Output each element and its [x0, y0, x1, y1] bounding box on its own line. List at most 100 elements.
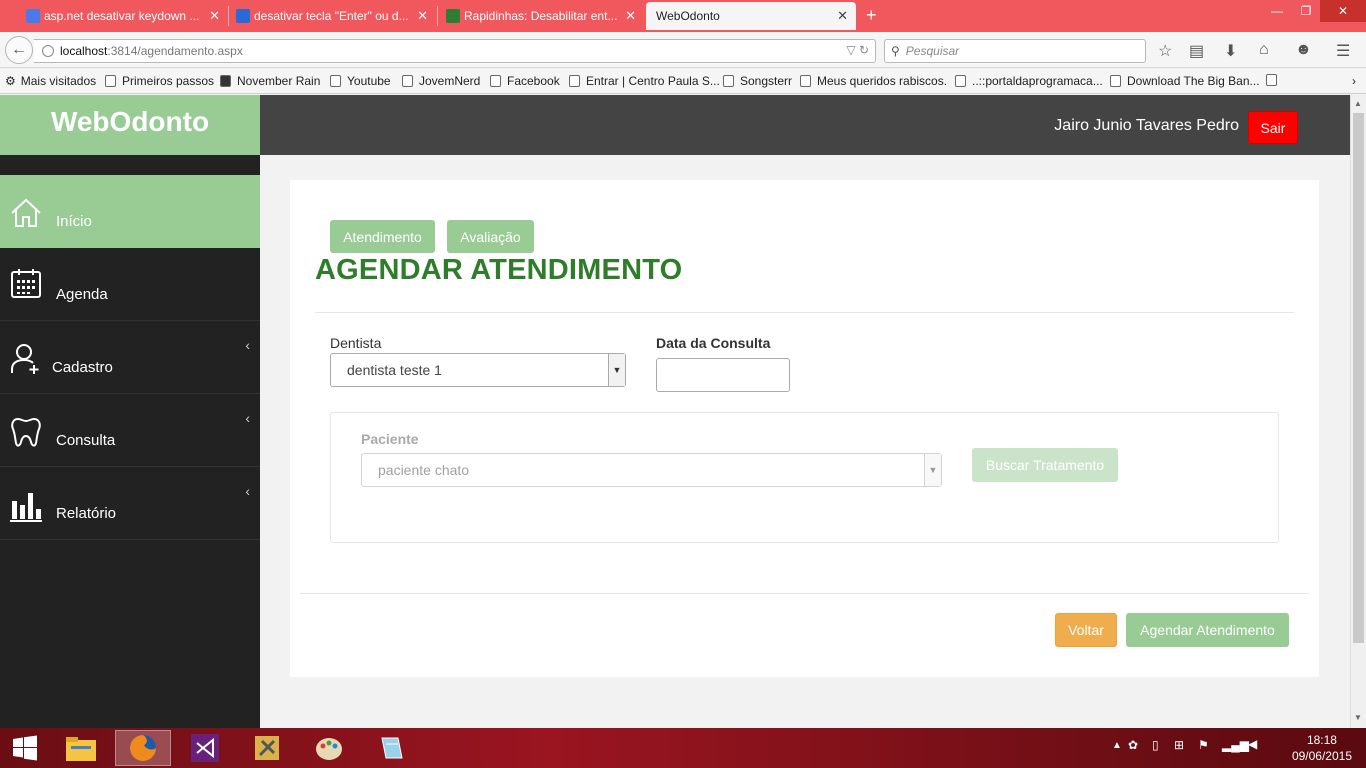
bookmark-label: Youtube: [347, 74, 391, 88]
sidebar-item-agenda[interactable]: Agenda: [0, 248, 260, 321]
page-favicon-icon: [446, 9, 460, 23]
bookmark-label: Mais visitados: [20, 74, 97, 88]
tools-app-icon[interactable]: [239, 730, 295, 766]
close-tab-icon[interactable]: ✕: [625, 8, 636, 24]
bookmark-item[interactable]: Primeiros passos: [105, 74, 214, 88]
close-tab-icon[interactable]: ✕: [209, 8, 220, 24]
browser-tab[interactable]: desativar tecla "Enter" ou d... ✕: [230, 2, 436, 30]
sidebar-item-cadastro[interactable]: Cadastro ‹: [0, 321, 260, 394]
clock-time: 18:18: [1306, 733, 1337, 747]
sidebar: Início Agenda Cadastro ‹ Consulta ‹ Rela…: [0, 155, 260, 728]
bookmark-label: Facebook: [507, 74, 560, 88]
tray-expand-icon[interactable]: ▲: [1112, 740, 1122, 751]
home-button-icon[interactable]: ⌂: [1259, 41, 1269, 59]
close-tab-icon[interactable]: ✕: [417, 8, 428, 24]
sidebar-item-label: Início: [56, 213, 92, 230]
scroll-down-icon[interactable]: ▼: [1354, 713, 1362, 722]
minimize-icon[interactable]: —: [1262, 0, 1292, 22]
logout-button[interactable]: Sair: [1248, 111, 1298, 144]
reload-icon[interactable]: ▽ ↻: [846, 43, 869, 57]
bookmark-item[interactable]: ⚙ Mais visitados: [5, 74, 96, 88]
battery-icon[interactable]: ▯: [1152, 738, 1159, 752]
browser-tab-bar: asp.net desativar keydown ... ✕ desativa…: [0, 0, 1366, 32]
scrollbar-thumb[interactable]: [1353, 113, 1364, 643]
chevron-left-icon: ‹: [245, 337, 250, 353]
search-treatment-button[interactable]: Buscar Tratamento: [972, 448, 1118, 482]
download-icon[interactable]: ⬇: [1224, 41, 1237, 61]
reading-list-icon[interactable]: ▤: [1189, 41, 1204, 61]
clock-date: 09/06/2015: [1291, 749, 1352, 763]
sidebar-item-inicio[interactable]: Início: [0, 175, 260, 248]
consultation-date-field[interactable]: [656, 358, 790, 392]
patient-panel: Paciente paciente chato ▼ Buscar Tratame…: [330, 412, 1279, 543]
tab-title: desativar tecla "Enter" ou d...: [254, 9, 409, 23]
bookmark-item[interactable]: November Rain: [220, 74, 320, 88]
new-tab-icon[interactable]: +: [866, 5, 877, 26]
bookmark-item[interactable]: Download The Big Ban...: [1110, 74, 1260, 88]
bookmark-label: Meus queridos rabiscos.: [817, 74, 948, 88]
page-scrollbar[interactable]: ▲ ▼: [1350, 95, 1366, 728]
bookmark-label: ..::portaldaprogramaca...: [972, 74, 1103, 88]
file-explorer-icon[interactable]: [53, 730, 109, 766]
sidebar-item-consulta[interactable]: Consulta ‹: [0, 394, 260, 467]
sidebar-item-relatorio[interactable]: Relatório ‹: [0, 467, 260, 540]
page-favicon-icon: [236, 9, 250, 23]
browser-tab[interactable]: Rapidinhas: Desabilitar ent... ✕: [440, 2, 644, 30]
browser-tab[interactable]: asp.net desativar keydown ... ✕: [20, 2, 228, 30]
bookmark-item[interactable]: [1266, 74, 1283, 86]
bookmark-item[interactable]: Entrar | Centro Paula S...: [569, 74, 720, 88]
bookmark-item[interactable]: Youtube: [330, 74, 391, 88]
restore-icon[interactable]: ❐: [1292, 0, 1320, 22]
volume-icon[interactable]: ◀: [1248, 737, 1257, 751]
user-name: Jairo Junio Tavares Pedro: [1054, 117, 1239, 134]
bookmark-star-icon[interactable]: ☆: [1158, 41, 1172, 61]
bookmark-item[interactable]: Facebook: [490, 74, 560, 88]
page-title: AGENDAR ATENDIMENTO: [315, 254, 683, 286]
chevron-left-icon: ‹: [245, 410, 250, 426]
patient-select[interactable]: paciente chato ▼: [361, 453, 942, 487]
page-icon: [569, 75, 580, 87]
firefox-icon[interactable]: [115, 730, 171, 766]
back-button[interactable]: Voltar: [1055, 613, 1117, 647]
window-close-icon[interactable]: ✕: [1320, 0, 1366, 22]
tab-atendimento[interactable]: Atendimento: [330, 220, 435, 253]
tab-avaliacao[interactable]: Avaliação: [447, 220, 534, 253]
browser-nav-bar: ← localhost:3814/agendamento.aspx ▽ ↻ ⚲ …: [0, 32, 1366, 68]
dentist-select[interactable]: dentista teste 1 ▼: [330, 353, 626, 387]
bookmark-item[interactable]: JovemNerd: [402, 74, 480, 88]
page-icon: [1266, 74, 1277, 86]
windows-start-icon[interactable]: [0, 730, 50, 766]
brand-logo[interactable]: WebOdonto: [0, 95, 260, 155]
bookmark-item[interactable]: Meus queridos rabiscos.: [800, 74, 947, 88]
windows-flag-icon[interactable]: ⊞: [1174, 738, 1184, 752]
search-input[interactable]: ⚲ Pesquisar: [884, 39, 1146, 63]
chevron-down-icon: ▼: [608, 354, 625, 386]
chat-icon[interactable]: ☻: [1295, 41, 1312, 59]
scroll-up-icon[interactable]: ▲: [1354, 99, 1362, 108]
notes-app-icon[interactable]: [363, 730, 419, 766]
visual-studio-icon[interactable]: [177, 730, 233, 766]
bookmark-item[interactable]: ..::portaldaprogramaca...: [955, 74, 1103, 88]
network-sync-icon[interactable]: ✿: [1128, 738, 1138, 752]
thumbnail-icon: [220, 75, 231, 87]
divider: [300, 593, 1309, 594]
sidebar-item-label: Agenda: [56, 286, 108, 303]
clock[interactable]: 18:18 09/06/2015: [1292, 732, 1352, 764]
bookmark-item[interactable]: Songsterr: [723, 74, 792, 88]
paint-icon[interactable]: [301, 730, 357, 766]
signal-icon[interactable]: ▂▄▆: [1222, 738, 1249, 752]
browser-tab-active[interactable]: WebOdonto ✕: [646, 2, 856, 30]
system-tray: ▲ ✿ ▯ ⊞ ⚑ ▂▄▆ ◀ 18:18 09/06/2015: [1106, 728, 1366, 768]
main-content: Atendimento Avaliação AGENDAR ATENDIMENT…: [290, 180, 1319, 677]
close-tab-icon[interactable]: ✕: [837, 8, 848, 24]
menu-icon[interactable]: ☰: [1336, 41, 1350, 61]
url-bar[interactable]: localhost:3814/agendamento.aspx ▽ ↻: [34, 39, 876, 63]
more-bookmarks-chevron-icon[interactable]: ›: [1352, 74, 1356, 88]
bar-chart-icon: [10, 493, 42, 522]
bookmark-label: November Rain: [237, 74, 321, 88]
back-arrow-icon[interactable]: ←: [5, 36, 33, 64]
search-placeholder: Pesquisar: [905, 44, 960, 58]
page-icon: [955, 75, 966, 87]
action-center-icon[interactable]: ⚑: [1198, 738, 1209, 752]
schedule-appointment-button[interactable]: Agendar Atendimento: [1126, 613, 1289, 647]
